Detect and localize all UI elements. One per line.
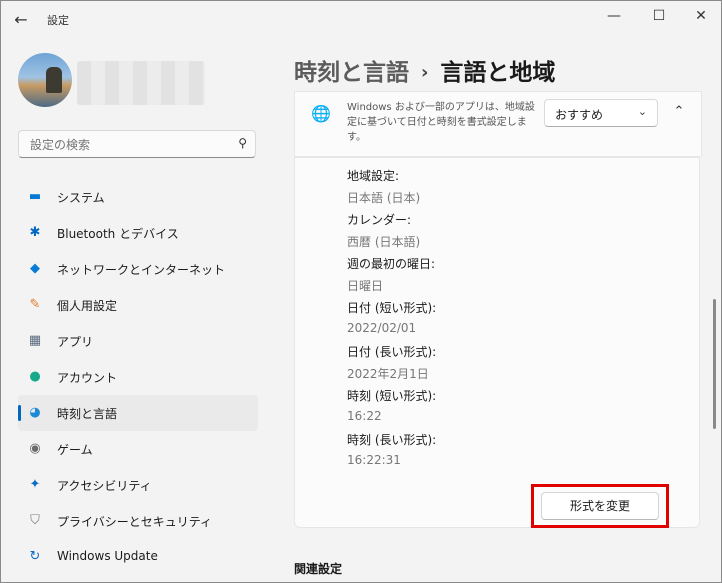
format-row-value: 2022/02/01 [347,321,417,335]
accessibility-icon: ✦ [29,477,41,492]
active-indicator [18,405,21,421]
sidebar-item[interactable]: ◉ ゲーム [18,431,258,467]
sidebar-item-label: システム [57,191,105,205]
globe-clock-icon: ◕ [29,405,41,420]
search-icon[interactable]: ⚲ [238,136,247,150]
regional-format-dropdown[interactable]: おすすめ ⌄ [544,99,658,127]
sidebar-item-label: 個人用設定 [57,299,118,313]
sidebar-item[interactable]: ▬ システム [18,179,258,215]
sidebar-item[interactable]: ◕ 時刻と言語 [18,395,258,431]
format-row-value: 16:22 [347,409,382,423]
breadcrumb-separator-icon: › [421,62,429,83]
monitor-icon: ▬ [28,189,42,204]
sidebar-item-label: プライバシーとセキュリティ [57,515,213,529]
wifi-icon: ◆ [30,261,40,276]
page-title: 言語と地域 [440,60,556,86]
sidebar-item[interactable]: ↻ Windows Update [18,539,258,575]
search-input[interactable] [28,135,232,155]
chevron-down-icon: ⌄ [637,105,647,118]
sidebar-item-label: アプリ [57,335,94,349]
sidebar-item[interactable]: ✎ 個人用設定 [18,287,258,323]
close-button[interactable]: ✕ [686,5,716,27]
sidebar-nav: ▬ システム ✱ Bluetooth とデバイス ◆ ネットワークとインターネット ✎ 個人用… [18,179,258,575]
format-row-value: 日本語 (日本) [347,191,421,205]
settings-window: ← 設定 — ☐ ✕ ⚲ ▬ システム ✱ Bluetooth とデバイス ◆ ネットワー… [0,0,722,583]
sidebar-item-label: ゲーム [57,443,93,457]
format-row-value: 日曜日 [347,279,384,293]
person-icon: ● [29,369,41,384]
sidebar-item[interactable]: ◆ ネットワークとインターネット [18,251,258,287]
scrollbar[interactable] [713,299,716,429]
regional-format-details: 地域設定: 日本語 (日本) カレンダー: 西暦 (日本語) 週の最初の曜日: 日曜日日付… [294,156,700,528]
format-row-value: 西暦 (日本語) [347,235,421,249]
avatar[interactable] [18,53,72,107]
regional-format-header[interactable]: 🌐 Windows および一部のアプリは、地域設定に基づいて日付と時刻を書式設定… [294,91,702,157]
apps-icon: ▦ [28,333,42,348]
bluetooth-icon: ✱ [29,225,41,240]
update-icon: ↻ [29,549,41,564]
format-row-value: 16:22:31 [347,453,401,467]
sidebar-item-label: 時刻と言語 [57,407,118,421]
format-row-label: 地域設定: [347,169,400,183]
back-arrow-icon[interactable]: ← [11,10,31,30]
sidebar-item-label: Windows Update [57,549,158,563]
sidebar-item-label: アクセシビリティ [57,479,152,493]
sidebar-item-label: Bluetooth とデバイス [57,227,179,241]
sidebar-item[interactable]: ✦ アクセシビリティ [18,467,258,503]
format-row-label: 日付 (長い形式): [347,345,437,359]
regional-format-description: Windows および一部のアプリは、地域設定に基づいて日付と時刻を書式設定しま… [347,102,535,143]
format-row-value: 2022年2月1日 [347,367,429,381]
account-name-redacted [77,61,205,105]
chevron-up-icon[interactable]: ⌃ [667,100,691,124]
format-row-label: 時刻 (短い形式): [347,389,437,403]
app-title: 設定 [47,14,69,27]
brush-icon: ✎ [29,297,41,312]
breadcrumb-parent[interactable]: 時刻と言語 [294,60,409,86]
shield-icon: ⛉ [30,513,40,528]
title-bar: ← 設定 — ☐ ✕ [1,1,721,37]
change-format-button[interactable]: 形式を変更 [541,492,659,520]
regional-format-icon: 🌐 [311,104,331,123]
sidebar-item[interactable]: ⛉ プライバシーとセキュリティ [18,503,258,539]
sidebar-item[interactable]: ▦ アプリ [18,323,258,359]
format-row-label: カレンダー: [347,213,412,227]
sidebar-item[interactable]: ✱ Bluetooth とデバイス [18,215,258,251]
sidebar-item-label: ネットワークとインターネット [57,263,226,277]
breadcrumb: 時刻と言語 › 言語と地域 [294,53,555,87]
gamepad-icon: ◉ [29,441,41,456]
minimize-button[interactable]: — [599,5,629,27]
sidebar-item[interactable]: ● アカウント [18,359,258,395]
format-row-label: 時刻 (長い形式): [347,433,437,447]
sidebar-item-label: アカウント [57,371,118,385]
dropdown-value: おすすめ [555,108,604,122]
divider [295,157,699,158]
format-row-label: 週の最初の曜日: [347,257,436,271]
related-settings-heading: 関連設定 [294,562,343,576]
search-box[interactable]: ⚲ [18,130,256,158]
format-row-label: 日付 (短い形式): [347,301,437,315]
maximize-button[interactable]: ☐ [644,5,674,27]
